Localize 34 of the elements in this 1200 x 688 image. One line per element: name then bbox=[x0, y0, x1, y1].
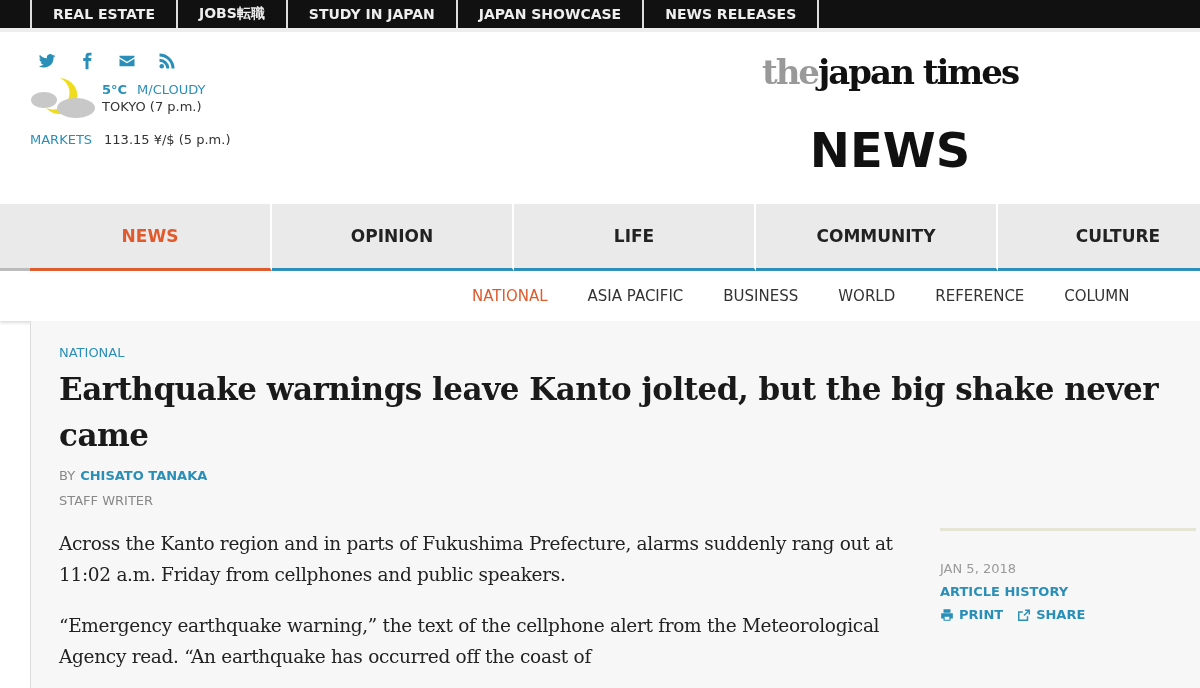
printer-icon bbox=[940, 607, 954, 622]
article-paragraph: Across the Kanto region and in parts of Fukushima Prefecture, alarms suddenly rang out at 11:02 a.m. Friday from cellphones and public speakers. bbox=[59, 532, 894, 587]
section-tab[interactable]: OPINION bbox=[272, 204, 514, 271]
subsection-link[interactable]: REFERENCE bbox=[935, 287, 1025, 305]
temperature: 5°C bbox=[102, 82, 128, 97]
section-tab[interactable]: COMMUNITY bbox=[756, 204, 998, 271]
author-role: STAFF WRITER bbox=[59, 493, 155, 508]
top-nav-link[interactable]: JOBS転職 bbox=[175, 0, 286, 28]
top-nav-link[interactable]: REAL ESTATE bbox=[30, 0, 176, 28]
byline-prefix: BY bbox=[59, 468, 76, 483]
subsection-link[interactable]: NATIONAL bbox=[472, 287, 548, 305]
subsection-link[interactable]: WORLD bbox=[838, 287, 896, 305]
top-nav-link[interactable]: JAPAN SHOWCASE bbox=[455, 0, 643, 28]
subsection-link[interactable]: COLUMN bbox=[1064, 287, 1130, 305]
section-tab[interactable]: CULTURE bbox=[998, 204, 1200, 271]
markets-link[interactable]: MARKETS bbox=[30, 132, 93, 147]
top-nav-link[interactable]: NEWS RELEASES bbox=[642, 0, 820, 28]
section-tab[interactable]: LIFE bbox=[514, 204, 756, 271]
weather-icon bbox=[30, 76, 96, 120]
weather-condition: M/CLOUDY bbox=[137, 82, 206, 97]
top-nav-link[interactable]: STUDY IN JAPAN bbox=[285, 0, 456, 28]
share-icon bbox=[1017, 607, 1032, 622]
headline: Earthquake warnings leave Kanto jolted, but the big shake never came bbox=[59, 370, 1159, 455]
subsection-link[interactable]: ASIA PACIFIC bbox=[587, 287, 684, 305]
site-logo[interactable]: thejapan times bbox=[761, 52, 1019, 92]
article-paragraph: “Emergency earthquake warning,” the text of the cellphone alert from the Meteorological Agency read. “An earthquake has occurred off the coast of bbox=[59, 614, 881, 669]
category-link[interactable]: NATIONAL bbox=[59, 345, 125, 360]
section-title: NEWS bbox=[809, 122, 971, 178]
twitter-icon[interactable] bbox=[38, 52, 56, 70]
publish-date: JAN 5, 2018 bbox=[940, 561, 1017, 576]
rss-icon[interactable] bbox=[158, 52, 176, 70]
weather-location: TOKYO (7 p.m.) bbox=[102, 99, 203, 114]
exchange-rate: 113.15 ¥/$ (5 p.m.) bbox=[104, 132, 231, 147]
subsection-link[interactable]: BUSINESS bbox=[723, 287, 799, 305]
